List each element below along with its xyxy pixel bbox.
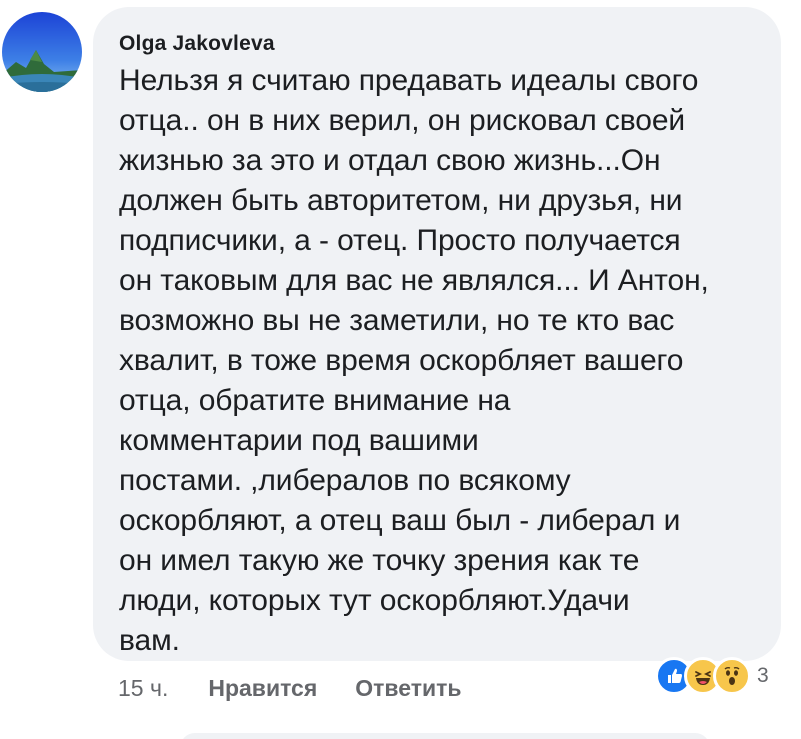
comment-actions: 15 ч. Нравится Ответить: [118, 670, 462, 706]
wow-icon: [713, 657, 751, 695]
comment-text: Нельзя я считаю предавать идеалы свого о…: [119, 64, 709, 657]
reply-button[interactable]: Ответить: [355, 675, 461, 702]
avatar-landscape-image: [2, 12, 82, 92]
comment-timestamp[interactable]: 15 ч.: [118, 675, 168, 702]
comment-author[interactable]: Olga Jakovleva: [119, 31, 761, 57]
comment-bubble: Olga Jakovleva Нельзя я считаю предавать…: [93, 7, 781, 661]
like-button[interactable]: Нравится: [208, 675, 317, 702]
reactions-count: 3: [757, 664, 769, 687]
avatar[interactable]: [2, 12, 82, 92]
next-comment-bubble: [180, 733, 710, 739]
comment-thread: Olga Jakovleva Нельзя я считаю предавать…: [0, 0, 801, 739]
reactions-summary[interactable]: 3: [655, 656, 769, 696]
